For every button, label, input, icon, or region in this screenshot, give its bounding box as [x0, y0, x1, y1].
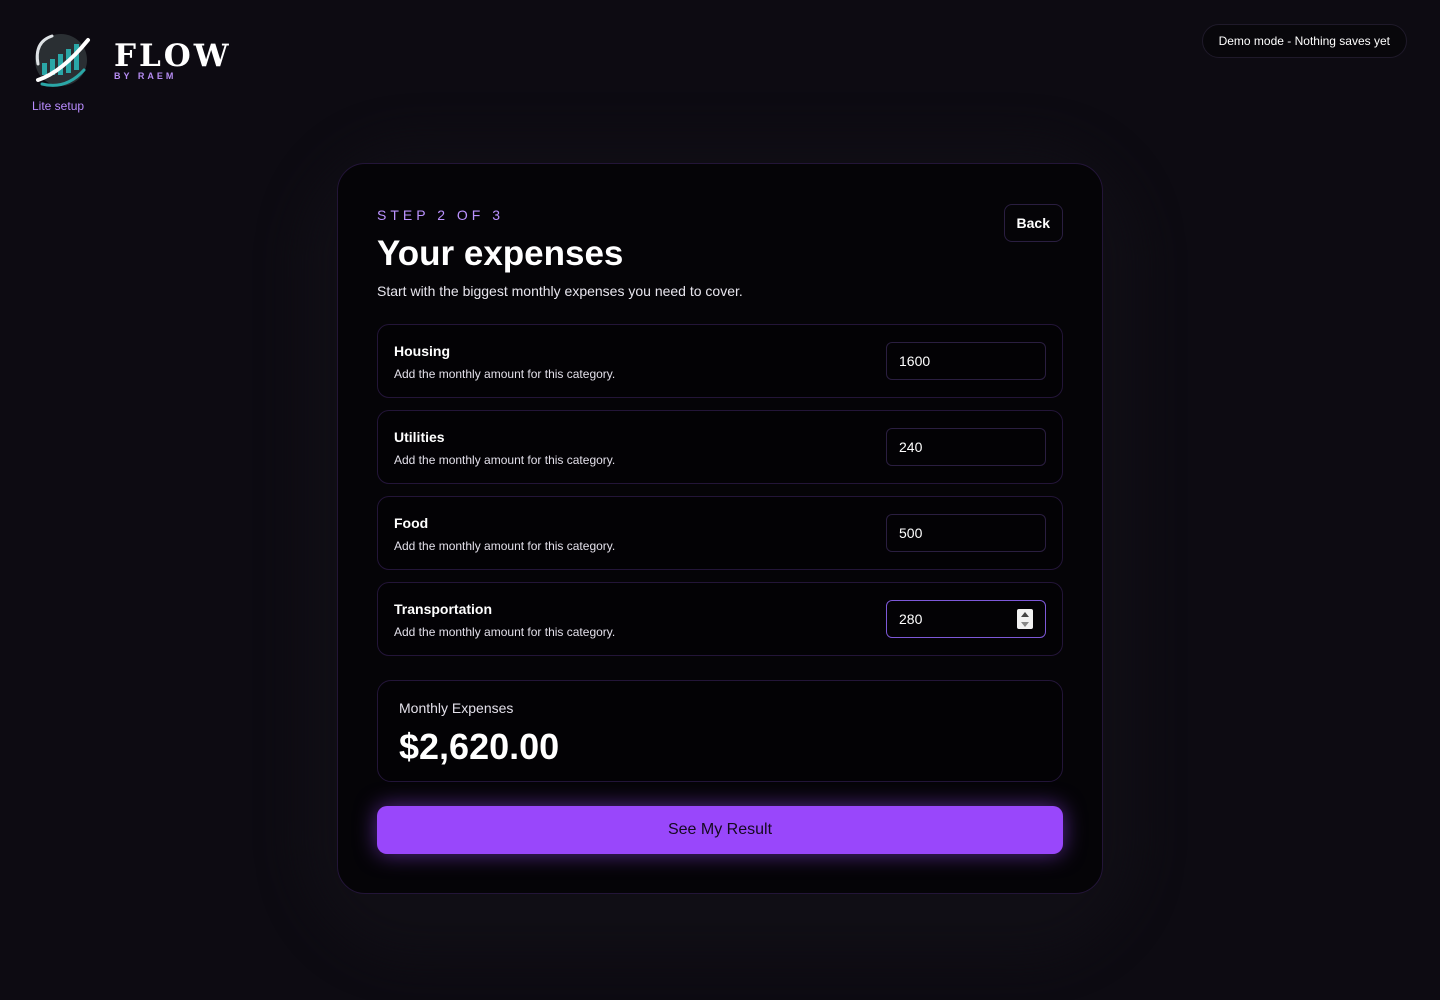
- expense-label: Food: [394, 515, 429, 531]
- expense-label: Utilities: [394, 429, 445, 445]
- expense-row-housing: Housing Add the monthly amount for this …: [377, 324, 1063, 398]
- transportation-amount-input[interactable]: 280: [886, 600, 1046, 638]
- number-stepper[interactable]: [1017, 609, 1033, 629]
- brand: FLOW BY RAEM Lite setup: [32, 30, 232, 113]
- total-label: Monthly Expenses: [399, 700, 514, 716]
- page: FLOW BY RAEM Lite setup Demo mode - Noth…: [0, 0, 1440, 1000]
- utilities-amount-input[interactable]: 240: [886, 428, 1046, 466]
- expense-help: Add the monthly amount for this category…: [394, 539, 616, 553]
- expense-row-utilities: Utilities Add the monthly amount for thi…: [377, 410, 1063, 484]
- total-value: $2,620.00: [399, 726, 560, 767]
- expense-help: Add the monthly amount for this category…: [394, 453, 616, 467]
- step-indicator: STEP 2 OF 3: [377, 207, 504, 223]
- expenses-card: STEP 2 OF 3 Your expenses Start with the…: [337, 163, 1103, 894]
- brand-text: FLOW BY RAEM: [114, 40, 232, 81]
- stepper-up-icon[interactable]: [1021, 611, 1029, 617]
- back-button[interactable]: Back: [1003, 204, 1063, 242]
- page-subtitle: Start with the biggest monthly expenses …: [377, 283, 743, 299]
- page-title: Your expenses: [377, 234, 624, 273]
- stepper-down-icon[interactable]: [1021, 621, 1029, 627]
- expense-help: Add the monthly amount for this category…: [394, 625, 616, 639]
- food-amount-input[interactable]: 500: [886, 514, 1046, 552]
- see-my-result-button[interactable]: See My Result: [377, 806, 1063, 854]
- brand-name: FLOW: [114, 37, 232, 74]
- monthly-expenses-summary: Monthly Expenses $2,620.00: [377, 680, 1063, 782]
- brand-row: FLOW BY RAEM: [32, 30, 232, 88]
- housing-amount-input[interactable]: 1600: [886, 342, 1046, 380]
- setup-mode-label: Lite setup: [32, 99, 85, 113]
- expense-row-transportation: Transportation Add the monthly amount fo…: [377, 582, 1063, 656]
- expense-label: Housing: [394, 343, 450, 359]
- expense-label: Transportation: [394, 601, 493, 617]
- demo-mode-badge: Demo mode - Nothing saves yet: [1201, 24, 1407, 58]
- flow-logo-icon: [35, 34, 90, 87]
- transportation-amount-value: 280: [899, 611, 923, 627]
- expense-list: Housing Add the monthly amount for this …: [377, 324, 1063, 668]
- expense-row-food: Food Add the monthly amount for this cat…: [377, 496, 1063, 570]
- expense-help: Add the monthly amount for this category…: [394, 367, 616, 381]
